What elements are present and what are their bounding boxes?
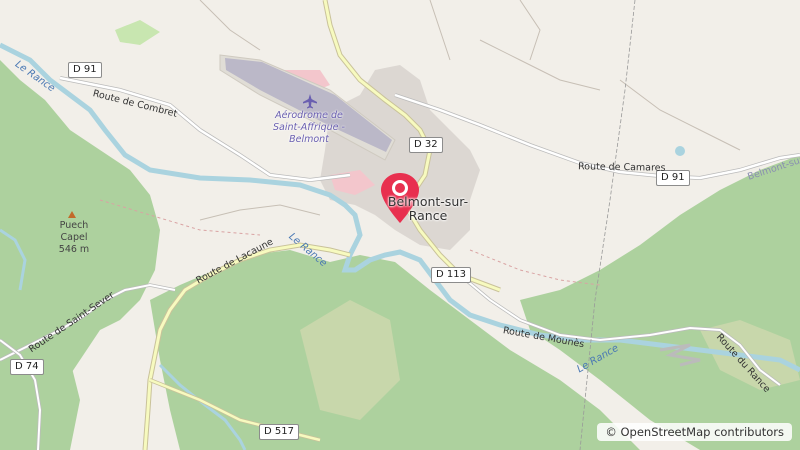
peak-label: Puech Capel 546 m xyxy=(50,220,98,256)
map-view[interactable]: D 91 D 32 D 91 D 113 D 74 D 517 Route de… xyxy=(0,0,800,450)
town-label-belmont: Belmont-sur-Rance xyxy=(387,194,469,223)
road-shield-d113: D 113 xyxy=(431,267,471,283)
road-shield-d517: D 517 xyxy=(259,424,299,440)
road-shield-d74: D 74 xyxy=(10,359,44,375)
attribution[interactable]: © OpenStreetMap contributors xyxy=(597,423,792,441)
aerodrome-label: Aérodrome de Saint-Affrique - Belmont xyxy=(273,110,345,145)
road-shield-d91-west: D 91 xyxy=(68,62,102,78)
road-label-camares: Route de Camares xyxy=(577,161,666,174)
pond xyxy=(675,146,685,156)
map-base xyxy=(0,0,800,450)
road-shield-d32: D 32 xyxy=(409,137,443,153)
peak-name: Puech Capel xyxy=(59,220,89,243)
peak-elevation: 546 m xyxy=(58,244,90,255)
